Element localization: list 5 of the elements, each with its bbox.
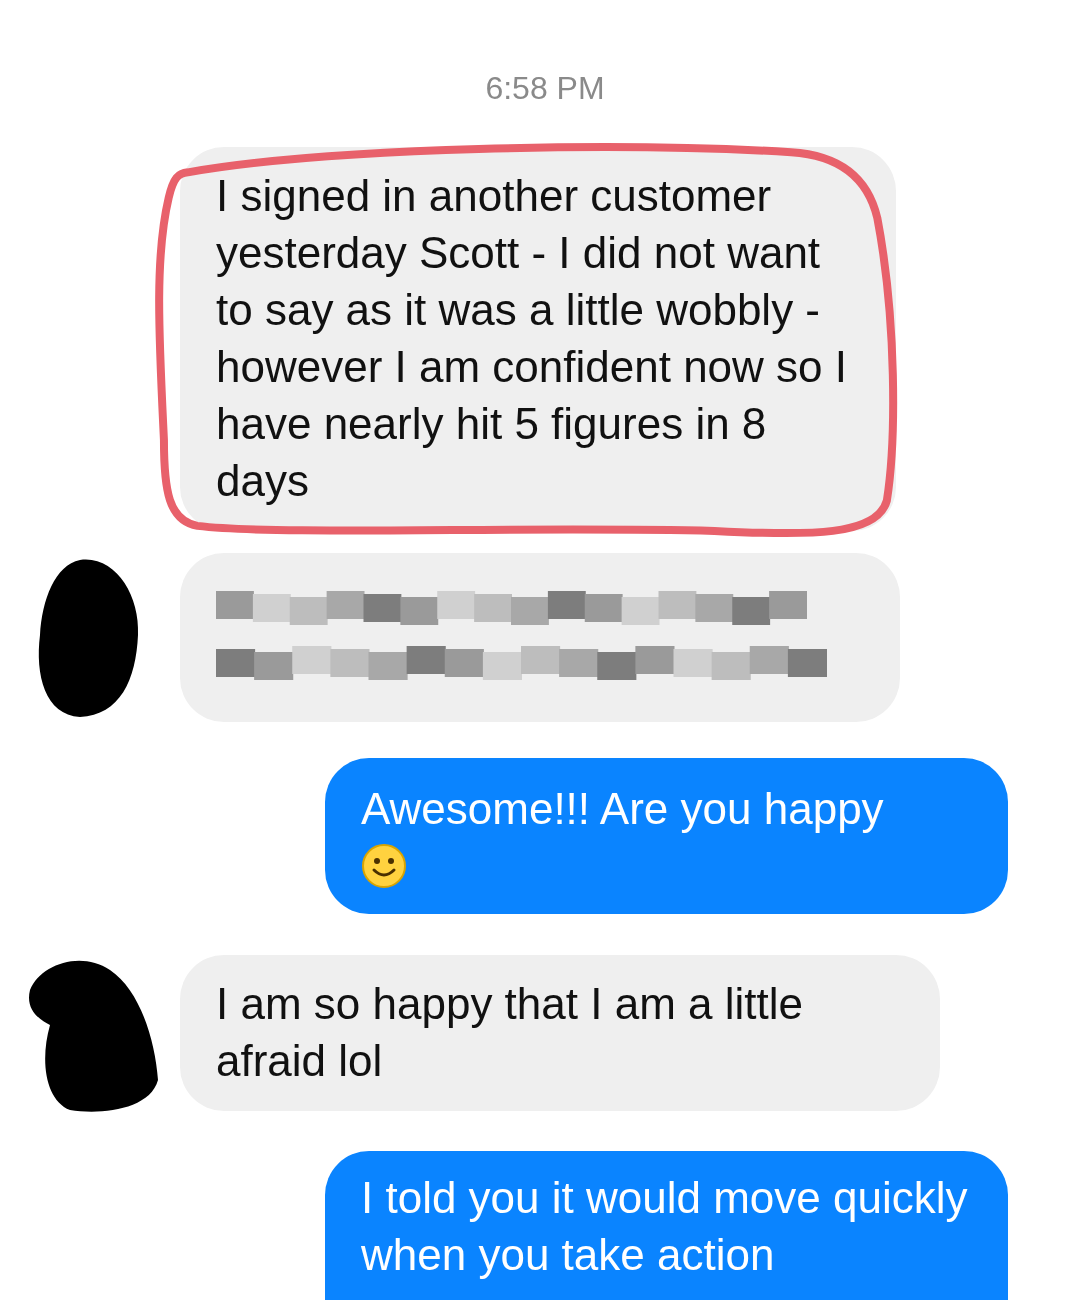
timestamp: 6:58 PM [485, 70, 605, 107]
message-bubble: I am so happy that I am a little afraid lol [180, 954, 940, 1111]
message-bubble: I told you it would move quickly when you take action [325, 1151, 1008, 1300]
smiley-icon [361, 843, 407, 889]
message-bubble: Awesome!!! Are you happy [325, 758, 1008, 914]
